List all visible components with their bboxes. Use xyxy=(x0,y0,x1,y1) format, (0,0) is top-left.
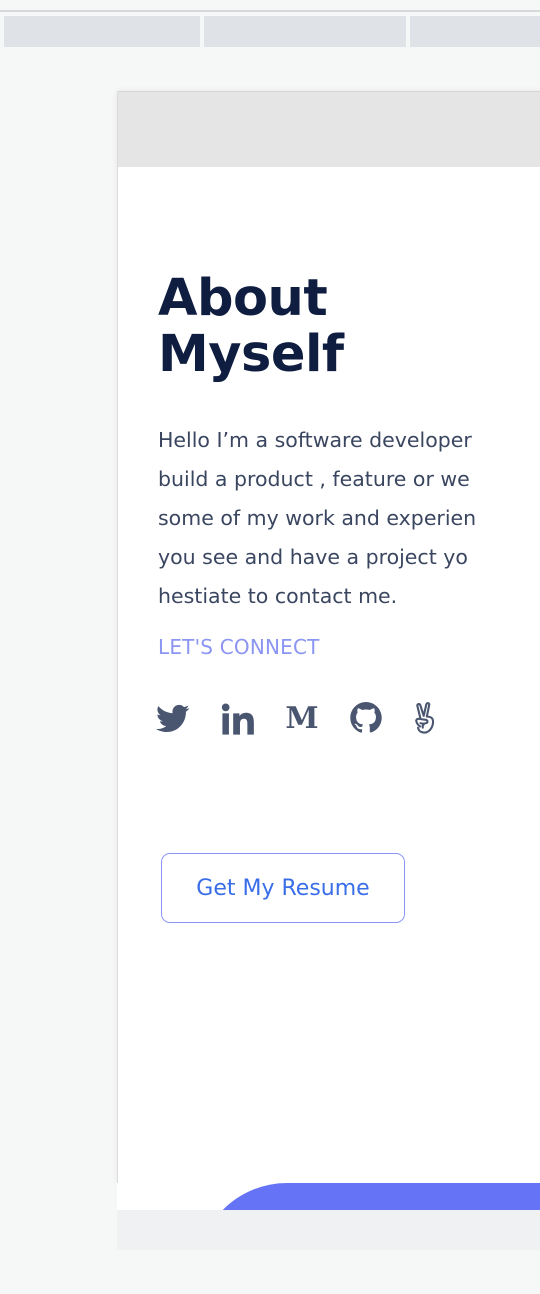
angellist-link[interactable] xyxy=(405,699,445,739)
medium-link[interactable]: M xyxy=(282,699,322,739)
top-divider xyxy=(0,10,540,12)
get-resume-button[interactable]: Get My Resume xyxy=(161,853,405,923)
bio-text: Hello I’m a software developer build a p… xyxy=(158,428,477,608)
github-icon xyxy=(350,702,382,736)
about-card: About Myself Hello I’m a software develo… xyxy=(117,91,540,1183)
card-header xyxy=(118,91,540,167)
lets-connect-label: LET'S CONNECT xyxy=(158,635,320,659)
linkedin-icon xyxy=(221,703,255,735)
decorative-blob xyxy=(197,1183,540,1210)
footer-strip xyxy=(117,1210,540,1250)
top-tab-1[interactable] xyxy=(4,16,200,47)
linkedin-link[interactable] xyxy=(218,699,258,739)
angellist-icon xyxy=(412,702,438,736)
page-title: About Myself xyxy=(158,269,344,384)
twitter-icon xyxy=(156,704,190,734)
twitter-link[interactable] xyxy=(153,699,193,739)
github-link[interactable] xyxy=(346,699,386,739)
top-tab-2[interactable] xyxy=(204,16,406,47)
top-tab-3[interactable] xyxy=(410,16,540,47)
card-bottom xyxy=(117,1183,540,1210)
medium-icon: M xyxy=(285,701,319,736)
